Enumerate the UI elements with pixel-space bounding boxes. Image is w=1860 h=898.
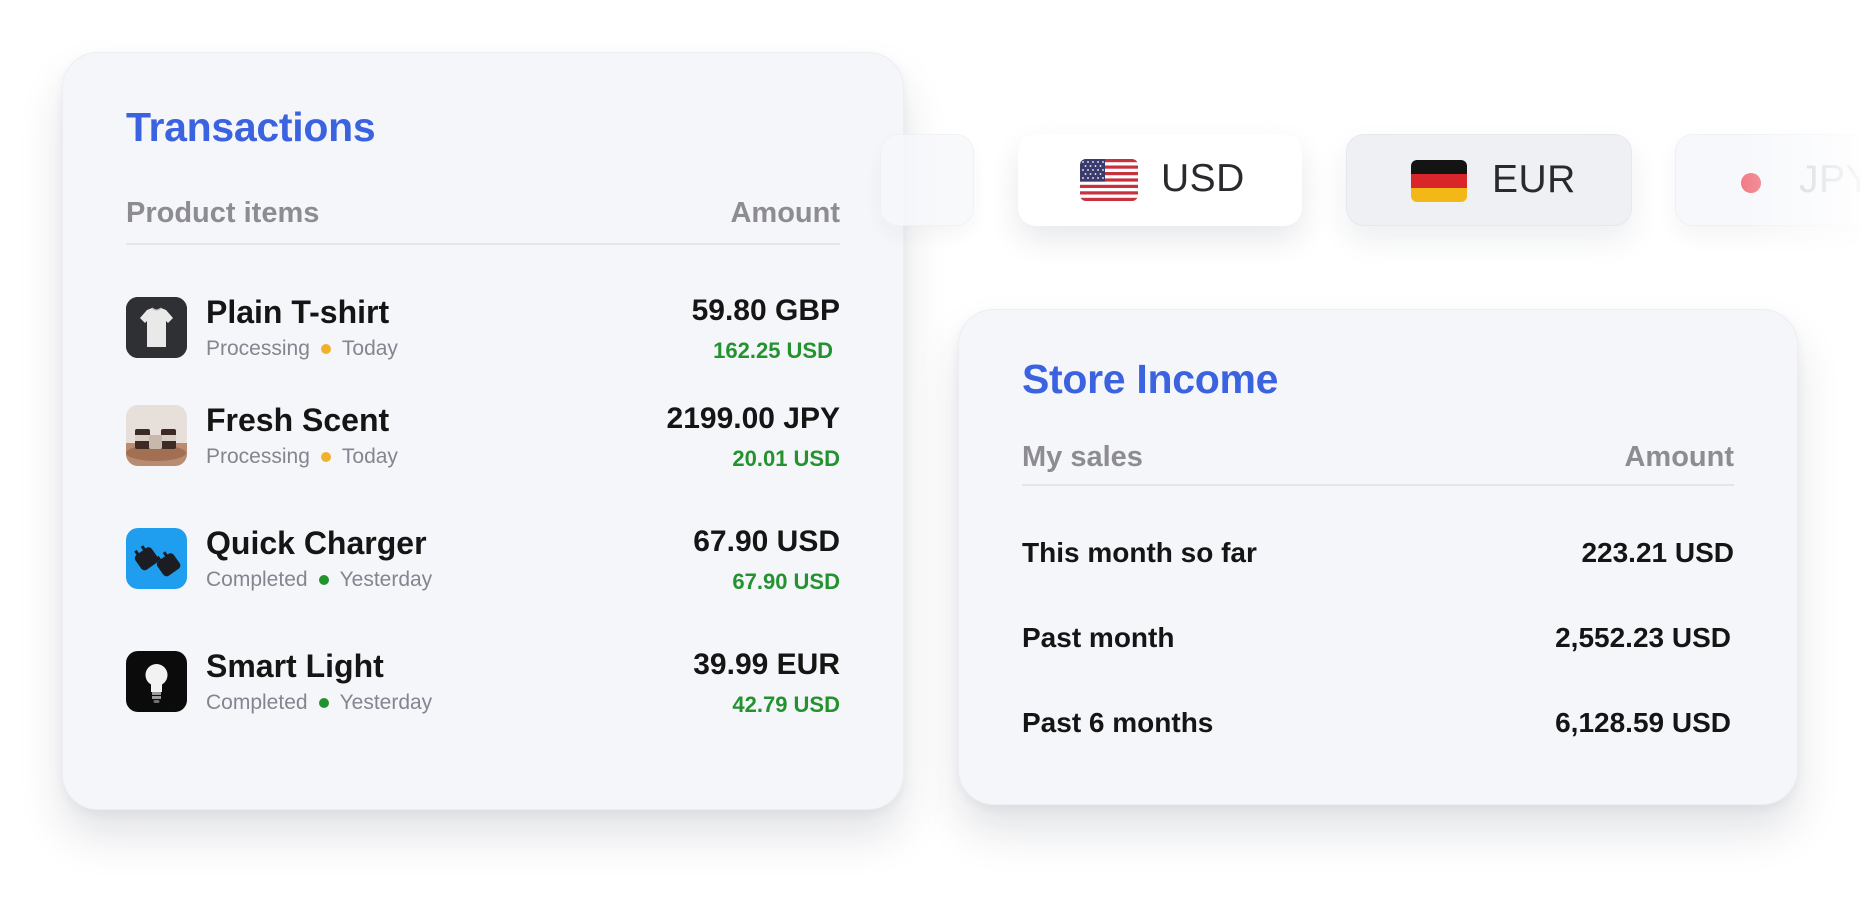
income-row: Past month 2,552.23 USD	[1022, 622, 1731, 654]
original-amount: 59.80 GBP	[691, 294, 840, 327]
status-date: Yesterday	[339, 568, 433, 591]
original-amount: 67.90 USD	[693, 525, 840, 558]
usd-amount: 67.90 USD	[732, 569, 840, 594]
header-divider	[1022, 484, 1734, 486]
transactions-title: Transactions	[126, 104, 376, 150]
original-amount: 2199.00 JPY	[666, 402, 840, 435]
status-date: Today	[341, 445, 398, 468]
usd-amount: 20.01 USD	[732, 446, 840, 471]
period-value: 223.21 USD	[1581, 537, 1734, 568]
income-row: Past 6 months 6,128.59 USD	[1022, 707, 1731, 739]
status-date: Today	[341, 337, 398, 360]
currency-code: EUR	[1492, 158, 1576, 201]
period-label: This month so far	[1022, 537, 1257, 568]
status-text: Processing	[206, 445, 310, 468]
product-name: Plain T-shirt	[206, 294, 390, 330]
status-text: Completed	[206, 691, 308, 714]
income-header: My sales Amount	[1022, 441, 1734, 474]
status-dot	[320, 344, 331, 354]
candles-icon	[126, 405, 187, 466]
product-name: Quick Charger	[206, 525, 427, 561]
status-text: Completed	[206, 568, 308, 591]
product-name: Smart Light	[206, 648, 384, 684]
currency-pill-jpy[interactable]: JPY	[1675, 134, 1860, 226]
status-dot	[320, 452, 331, 462]
product-status: Processing Today	[206, 337, 398, 361]
status-text: Processing	[206, 337, 310, 360]
product-status: Completed Yesterday	[206, 691, 432, 715]
store-income-title: Store Income	[1022, 356, 1279, 402]
currency-code: JPY	[1799, 158, 1860, 201]
currency-code: USD	[1161, 157, 1245, 200]
status-dot	[318, 575, 329, 585]
tshirt-icon	[126, 297, 187, 358]
period-label: Past 6 months	[1022, 707, 1214, 738]
amount-header: Amount	[1624, 441, 1734, 473]
jp-flag-icon	[1741, 173, 1761, 193]
us-flag-icon	[1080, 159, 1138, 201]
status-dot	[318, 698, 329, 708]
stage: Transactions Product items Amount Plain …	[0, 0, 1860, 898]
currency-pill-hidden[interactable]	[880, 134, 974, 226]
usd-amount: 162.25 USD	[713, 338, 833, 363]
product-items-header: Product items	[126, 197, 320, 229]
transactions-header: Product items Amount	[126, 197, 840, 230]
currency-pill-eur[interactable]: EUR	[1346, 134, 1632, 226]
amount-header: Amount	[730, 197, 840, 229]
period-value: 6,128.59 USD	[1555, 707, 1731, 738]
product-name: Fresh Scent	[206, 402, 390, 438]
header-divider	[126, 243, 840, 245]
transaction-row[interactable]: Smart Light Completed Yesterday 39.99 EU…	[126, 648, 840, 717]
period-label: Past month	[1022, 622, 1175, 653]
transaction-row[interactable]: Plain T-shirt Processing Today 59.80 GBP…	[126, 294, 840, 363]
period-value: 2,552.23 USD	[1555, 622, 1731, 653]
transaction-row[interactable]: Fresh Scent Processing Today 2199.00 JPY…	[126, 402, 840, 471]
my-sales-header: My sales	[1022, 441, 1143, 473]
status-date: Yesterday	[339, 691, 433, 714]
income-row: This month so far 223.21 USD	[1022, 537, 1734, 569]
transaction-row[interactable]: Quick Charger Completed Yesterday 67.90 …	[126, 525, 840, 594]
original-amount: 39.99 EUR	[693, 648, 840, 681]
usd-amount: 42.79 USD	[732, 692, 840, 717]
store-income-card: Store Income My sales Amount This month …	[958, 309, 1798, 805]
de-flag-icon	[1411, 160, 1467, 202]
lightbulb-icon	[126, 651, 187, 712]
product-status: Completed Yesterday	[206, 568, 432, 592]
charger-icon	[126, 528, 187, 589]
transactions-card: Transactions Product items Amount Plain …	[62, 52, 904, 810]
product-status: Processing Today	[206, 445, 398, 469]
currency-pill-usd[interactable]: USD	[1018, 134, 1302, 226]
